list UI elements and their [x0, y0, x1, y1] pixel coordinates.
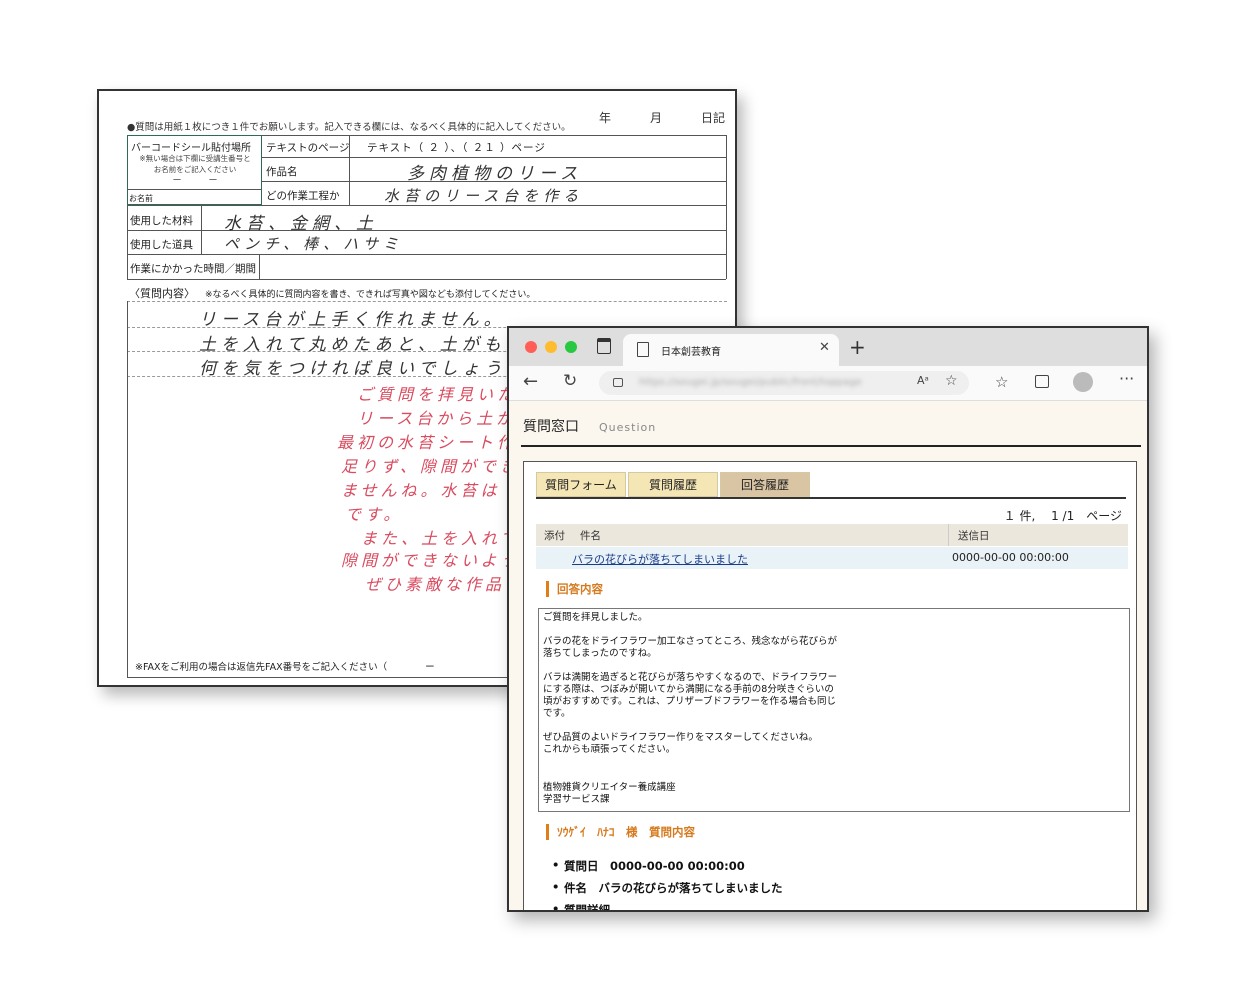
answer-paragraph: ご質問を拝見しました。 [543, 612, 648, 623]
more-icon[interactable]: ··· [1119, 369, 1134, 388]
lock-icon [613, 378, 623, 387]
tools-value: ペンチ、棒、ハサミ [224, 235, 404, 253]
page-title: 質問窓口 [523, 419, 579, 435]
url-text: https://sougei.jp/sougei/public/front/to… [639, 377, 862, 388]
page-content: 質問窓口 Question 質問フォーム 質問履歴 回答履歴 １ 件, 1 /1… [509, 401, 1147, 910]
pager: １ 件, 1 /1 ページ [1003, 509, 1122, 523]
answer-sent-date: 0000-00-00 00:00:00 [952, 551, 1069, 564]
question-note: ※なるべく具体的に質問内容を書き、できれば写真や図なども添付してください。 [205, 290, 536, 300]
tab-title: 日本創芸教育 [661, 347, 721, 358]
date-month: 月 [650, 111, 663, 125]
close-icon[interactable]: ✕ [819, 340, 830, 355]
answer-subject-link[interactable]: バラの花びらが落ちてしまいました [572, 551, 748, 567]
back-icon[interactable]: ← [523, 371, 538, 392]
answer-line-4: 足りず、隙間ができ [341, 457, 520, 476]
window-icon[interactable] [597, 338, 611, 354]
text-page-value: テキスト（ ２ ）、（ ２１ ）ページ [367, 142, 546, 154]
browser-tab[interactable]: 日本創芸教育 ✕ [623, 334, 839, 366]
barcode-note: ※無い場合は下欄に受講生番号と お名前をご記入ください [139, 154, 251, 174]
favorites-icon[interactable]: ☆ [995, 373, 1008, 391]
answer-textbox[interactable]: ご質問を拝見しました。 バラの花をドライフラワー加工なさってところ、残念ながら花… [538, 608, 1130, 812]
add-favorite-icon[interactable]: ☆ [945, 373, 958, 389]
question-subject: 件名 バラの花びらが落ちてしまいました [552, 880, 783, 896]
answer-line-6: です。 [345, 505, 404, 524]
fax-note: ※FAXをご利用の場合は返信先FAX番号をご記入ください（ ー [135, 662, 435, 673]
work-label: 作品名 [266, 166, 298, 178]
work-value: 多肉植物のリース [407, 164, 583, 184]
question-line-1: リース台が上手く作れません。 [199, 310, 506, 330]
answer-line-9: ぜひ素敵な作品 [365, 575, 506, 594]
answer-line-7: また、土を入れて [361, 529, 521, 548]
question-detail-label: 質問詳細 [552, 902, 783, 910]
profile-icon[interactable] [1073, 372, 1093, 392]
answer-line-2: リース台から土が [357, 409, 517, 428]
answer-line-8: 隙間ができないよう [341, 551, 521, 570]
tab-question-history[interactable]: 質問履歴 [628, 472, 718, 497]
name-label: お名前 [129, 194, 153, 203]
answer-heading: 回答内容 [546, 581, 603, 597]
question-date: 質問日 0000-00-00 00:00:00 [552, 858, 783, 874]
form-note: ●質問は用紙１枚につき１件でお願いします。記入できる欄には、なるべく具体的に記入… [127, 122, 571, 133]
step-value: 水苔のリース台を作る [384, 187, 584, 205]
tab-answer-history[interactable]: 回答履歴 [720, 472, 810, 497]
materials-label: 使用した材料 [130, 215, 193, 227]
minimize-window-button[interactable] [545, 341, 557, 353]
page-subtitle: Question [599, 421, 657, 434]
tools-label: 使用した道具 [130, 239, 193, 251]
table-header: 添付 件名 送信日 [536, 524, 1128, 546]
answer-paragraph: バラは満開を過ぎると花びらが落ちやすくなるので、ドライフラワー にする際は、つぼ… [543, 672, 838, 719]
answer-line-1: ご質問を拝見いた [357, 385, 518, 404]
header-sent: 送信日 [958, 530, 990, 542]
answer-signature: 植物雑貨クリエイター養成講座 学習サービス課 [543, 782, 676, 805]
step-label: どの作業工程か [266, 190, 340, 202]
question-heading: ｿｳｹﾞｲ ﾊﾅｺ 様 質問内容 [546, 824, 695, 840]
question-details: 質問日 0000-00-00 00:00:00 件名 バラの花びらが落ちてしまい… [552, 858, 783, 910]
new-tab-icon[interactable]: + [849, 335, 866, 359]
url-field[interactable]: https://sougei.jp/sougei/public/front/to… [599, 371, 969, 395]
answer-paragraph: ぜひ品質のよいドライフラワー作りをマスターしてくださいね。 これからも頑張ってく… [543, 732, 818, 755]
header-attach: 添付 [544, 530, 565, 542]
time-label: 作業にかかった時間／期間 [130, 263, 256, 275]
barcode-label: バーコードシール貼付場所 [131, 143, 251, 154]
tab-bar: 日本創芸教育 ✕ + [509, 328, 1147, 366]
maximize-window-button[interactable] [565, 341, 577, 353]
date-year: 年 [599, 111, 612, 125]
barcode-dash: ー ー [172, 176, 218, 186]
date-day: 日記 [701, 111, 726, 125]
materials-value: 水苔、金網、土 [224, 214, 378, 234]
address-bar: ← ↻ https://sougei.jp/sougei/public/fron… [509, 366, 1147, 401]
tab-question-form[interactable]: 質問フォーム [536, 472, 626, 497]
answer-line-3: 最初の水苔シート作 [337, 433, 518, 452]
collections-icon[interactable] [1035, 375, 1049, 388]
question-label: 〈質問内容〉 [129, 287, 195, 300]
question-line-3: 何を気をつければ良いでしょうか [199, 359, 529, 379]
header-subject: 件名 [580, 530, 601, 542]
answer-line-5: ませんね。水苔は [341, 481, 501, 500]
table-row: バラの花びらが落ちてしまいました 0000-00-00 00:00:00 [536, 547, 1128, 569]
browser-window: 日本創芸教育 ✕ + ← ↻ https://sougei.jp/sougei/… [507, 326, 1149, 912]
answer-paragraph: バラの花をドライフラワー加工なさってところ、残念ながら花びらが 落ちてしまったの… [543, 636, 838, 659]
read-aloud-icon[interactable]: Aᵃ [917, 374, 929, 387]
close-window-button[interactable] [525, 341, 537, 353]
main-panel: 質問フォーム 質問履歴 回答履歴 １ 件, 1 /1 ページ 添付 件名 送信日… [523, 461, 1137, 910]
tab-page-icon [637, 342, 649, 357]
text-page-label: テキストのページ [266, 142, 350, 154]
question-line-2: 土を入れて丸めたあと、土がも [199, 335, 506, 355]
reload-icon[interactable]: ↻ [563, 371, 577, 391]
